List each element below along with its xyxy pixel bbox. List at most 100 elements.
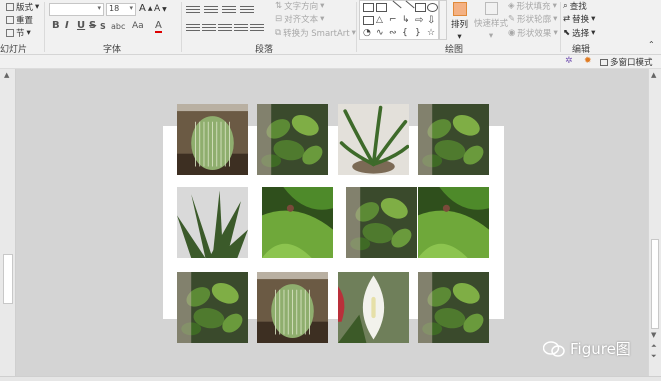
smartart-button[interactable]: ⧉ 转换为 SmartArt ▾ bbox=[275, 27, 356, 39]
align-left-icon[interactable] bbox=[186, 22, 200, 32]
line-shape-icon[interactable] bbox=[387, 0, 402, 15]
quick-styles-button[interactable]: 快速样式 ▾ bbox=[474, 0, 508, 41]
scribble-shape-icon[interactable]: ∾ bbox=[389, 29, 400, 38]
plant-photo[interactable] bbox=[177, 272, 248, 343]
editing-group-label: 编辑 bbox=[572, 45, 591, 55]
select-button[interactable]: ⬉ 选择 ▾ bbox=[563, 27, 595, 39]
bullets-icon[interactable] bbox=[186, 4, 200, 14]
plant-photo-image bbox=[257, 104, 328, 175]
strikethrough-button[interactable]: S bbox=[89, 20, 96, 31]
vertical-scrollbar[interactable]: ▲ ▼ ⏶ ⏷ bbox=[648, 69, 661, 376]
gear-orange-icon[interactable]: ✹ bbox=[584, 56, 592, 66]
secondary-toolbar: ✲ ✹ 多窗口模式 bbox=[0, 55, 661, 69]
triangle-shape-icon[interactable]: △ bbox=[376, 16, 387, 25]
elbow-shape-icon[interactable]: ⌐ bbox=[389, 16, 400, 25]
plant-photo[interactable] bbox=[418, 104, 489, 175]
connector-shape-icon[interactable]: ↳ bbox=[402, 16, 413, 25]
down-arrow-shape-icon[interactable]: ⇩ bbox=[427, 16, 438, 26]
smartart-icon: ⧉ bbox=[275, 28, 282, 38]
right-arrow-shape-icon[interactable]: ⇨ bbox=[415, 16, 426, 26]
find-button[interactable]: ⌕ 查找 bbox=[563, 0, 587, 12]
change-case-button[interactable]: Aa bbox=[132, 21, 144, 31]
gear-purple-icon[interactable]: ✲ bbox=[565, 56, 573, 66]
numbering-icon[interactable] bbox=[204, 4, 218, 14]
text-direction-button[interactable]: ⇅ 文字方向 ▾ bbox=[275, 0, 324, 12]
textbox-shape-icon[interactable] bbox=[363, 3, 374, 12]
plant-photo[interactable] bbox=[177, 187, 248, 258]
plant-photo[interactable] bbox=[338, 272, 409, 343]
oval-shape-icon[interactable] bbox=[427, 3, 438, 12]
section-icon bbox=[6, 29, 14, 37]
replace-icon: ⇄ bbox=[563, 14, 571, 24]
shrink-font-button[interactable]: A ▼ bbox=[154, 4, 167, 14]
shadow-button[interactable]: S bbox=[100, 22, 106, 31]
freeform-shape-icon[interactable]: ∿ bbox=[376, 29, 387, 38]
shape-effects-button[interactable]: ◉ 形状效果 ▾ bbox=[508, 27, 558, 39]
arrow-line-shape-icon[interactable] bbox=[400, 0, 415, 15]
star-shape-icon[interactable]: ☆ bbox=[427, 29, 438, 38]
scroll-up-icon[interactable]: ▲ bbox=[651, 71, 656, 79]
text-direction-icon: ⇅ bbox=[275, 1, 283, 11]
increase-indent-icon[interactable] bbox=[240, 4, 254, 14]
justify-icon[interactable] bbox=[234, 22, 248, 32]
scroll-thumb[interactable] bbox=[651, 239, 659, 329]
rect-shape-icon[interactable] bbox=[363, 16, 374, 25]
plant-photo-image bbox=[418, 187, 489, 258]
plant-photo-image bbox=[177, 187, 248, 258]
replace-button[interactable]: ⇄ 替换 ▾ bbox=[563, 13, 595, 25]
char-spacing-button[interactable]: abc bbox=[111, 22, 125, 31]
plant-photo[interactable] bbox=[177, 104, 248, 175]
quick-styles-icon bbox=[484, 2, 498, 15]
reset-button[interactable]: 重置 bbox=[6, 14, 33, 26]
chevron-up-icon: ⌃ bbox=[648, 40, 655, 49]
drawing-group-label: 绘图 bbox=[445, 45, 464, 55]
plant-photo-image bbox=[177, 272, 248, 343]
align-text-button[interactable]: ⊟ 对齐文本 ▾ bbox=[275, 13, 324, 25]
ribbon: 版式 ▾ 重置 节 ▾ 幻灯片 ▾ 18 ▾ A ▲ A ▼ B I U S S abc … bbox=[0, 0, 661, 55]
thumbnail-scroll-thumb[interactable] bbox=[3, 254, 13, 304]
section-button[interactable]: 节 ▾ bbox=[6, 27, 31, 39]
rectangle-shape-icon[interactable] bbox=[415, 3, 426, 12]
plant-photo[interactable] bbox=[346, 187, 417, 258]
scroll-up-icon[interactable]: ▲ bbox=[4, 71, 9, 79]
underline-button[interactable]: U bbox=[77, 20, 85, 31]
brace-right-shape-icon[interactable]: } bbox=[415, 29, 426, 38]
multi-window-button[interactable]: 多窗口模式 bbox=[600, 56, 653, 68]
shapes-gallery[interactable]: △ ⌐ ↳ ⇨ ⇩ ◔ ∿ ∾ { } ☆ bbox=[359, 0, 439, 40]
vtextbox-shape-icon[interactable] bbox=[376, 3, 387, 12]
plant-photo[interactable] bbox=[418, 187, 489, 258]
plant-photo[interactable] bbox=[257, 104, 328, 175]
plant-photo[interactable] bbox=[257, 272, 328, 343]
layout-button[interactable]: 版式 ▾ bbox=[6, 1, 39, 13]
align-right-icon[interactable] bbox=[218, 22, 232, 32]
layout-icon bbox=[6, 3, 14, 11]
bold-button[interactable]: B bbox=[52, 20, 60, 31]
arrange-button[interactable]: 排列 ▾ bbox=[451, 0, 468, 42]
plant-photo[interactable] bbox=[338, 104, 409, 175]
plant-photo-image bbox=[177, 104, 248, 175]
plant-photo-image bbox=[338, 272, 409, 343]
plant-photo-image bbox=[338, 104, 409, 175]
align-center-icon[interactable] bbox=[202, 22, 216, 32]
next-slide-icon[interactable]: ⏷ bbox=[651, 352, 657, 361]
brace-left-shape-icon[interactable]: { bbox=[402, 29, 413, 38]
collapse-ribbon-button[interactable]: ⌃ bbox=[648, 40, 655, 49]
shape-outline-button[interactable]: ✎ 形状轮廓 ▾ bbox=[508, 13, 557, 25]
scroll-down-icon[interactable]: ▼ bbox=[651, 331, 656, 339]
shapes-gallery-scroll[interactable] bbox=[439, 0, 447, 40]
columns-icon[interactable] bbox=[250, 22, 264, 32]
reset-icon bbox=[6, 16, 14, 24]
decrease-indent-icon[interactable] bbox=[222, 4, 236, 14]
shape-fill-button[interactable]: ◈ 形状填充 ▾ bbox=[508, 0, 557, 12]
plant-photo-image bbox=[418, 104, 489, 175]
font-name-combo[interactable]: ▾ bbox=[49, 3, 104, 16]
plant-photo[interactable] bbox=[262, 187, 333, 258]
grow-font-button[interactable]: A ▲ bbox=[139, 3, 152, 14]
curve-shape-icon[interactable]: ◔ bbox=[363, 29, 374, 38]
italic-button[interactable]: I bbox=[65, 20, 69, 31]
font-size-combo[interactable]: 18 ▾ bbox=[106, 3, 136, 16]
plant-photo[interactable] bbox=[418, 272, 489, 343]
group-separator bbox=[181, 2, 182, 52]
font-color-button[interactable]: A bbox=[155, 20, 162, 33]
prev-slide-icon[interactable]: ⏶ bbox=[651, 342, 657, 351]
